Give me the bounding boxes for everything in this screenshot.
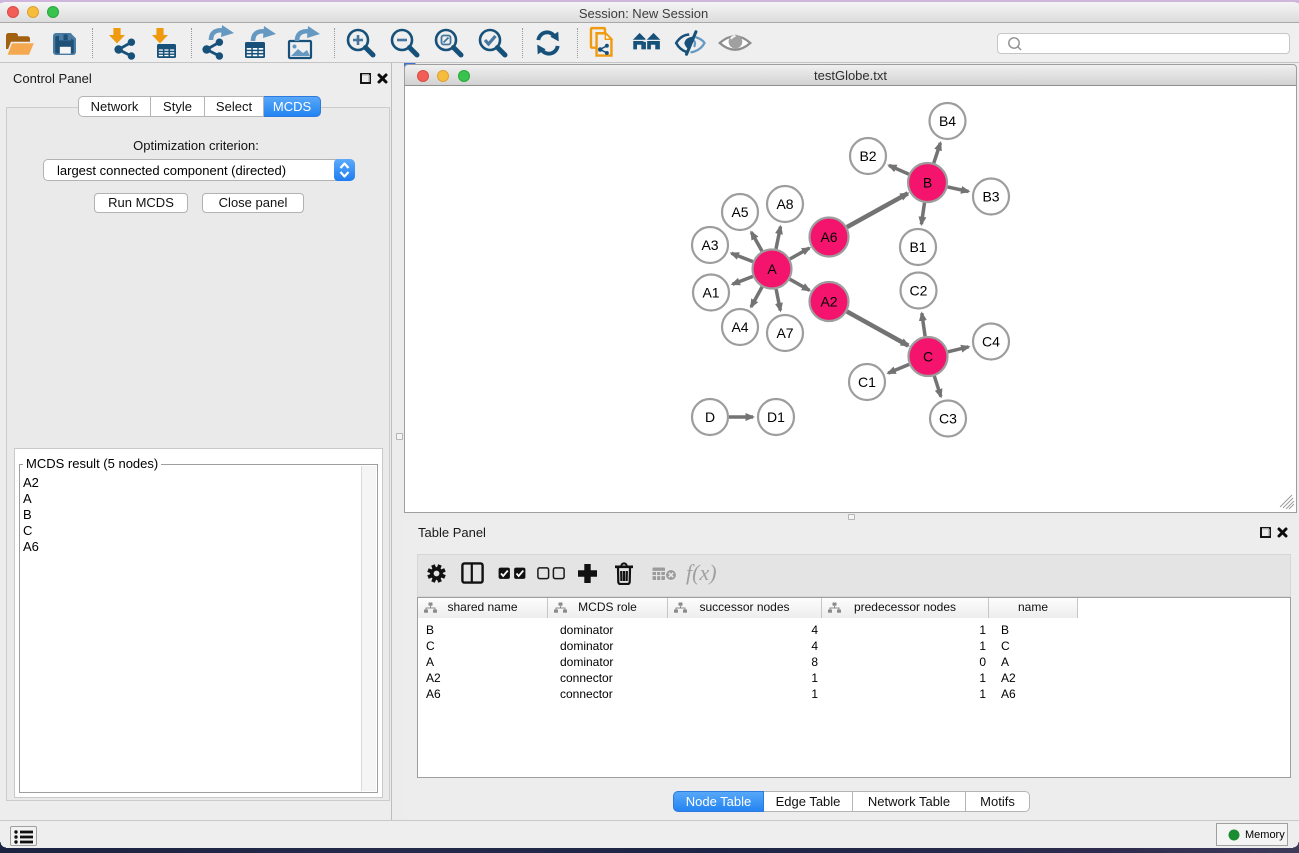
svg-text:B4: B4	[939, 113, 956, 129]
svg-text:B1: B1	[909, 239, 926, 255]
svg-text:A8: A8	[776, 196, 793, 212]
svg-text:B: B	[923, 175, 932, 191]
svg-text:C4: C4	[982, 334, 1000, 350]
svg-text:D1: D1	[767, 409, 785, 425]
svg-text:A1: A1	[702, 285, 719, 301]
svg-text:C1: C1	[858, 374, 876, 390]
svg-text:D: D	[705, 409, 715, 425]
svg-text:C2: C2	[910, 283, 928, 299]
svg-text:A7: A7	[776, 325, 793, 341]
svg-text:C3: C3	[939, 411, 957, 427]
svg-text:A3: A3	[701, 237, 718, 253]
svg-text:A6: A6	[820, 229, 837, 245]
svg-text:B3: B3	[982, 189, 999, 205]
svg-text:B2: B2	[859, 148, 876, 164]
svg-text:A2: A2	[820, 294, 837, 310]
svg-text:A4: A4	[731, 319, 748, 335]
svg-text:A: A	[767, 261, 777, 277]
svg-text:A5: A5	[731, 204, 748, 220]
svg-text:C: C	[923, 349, 933, 365]
